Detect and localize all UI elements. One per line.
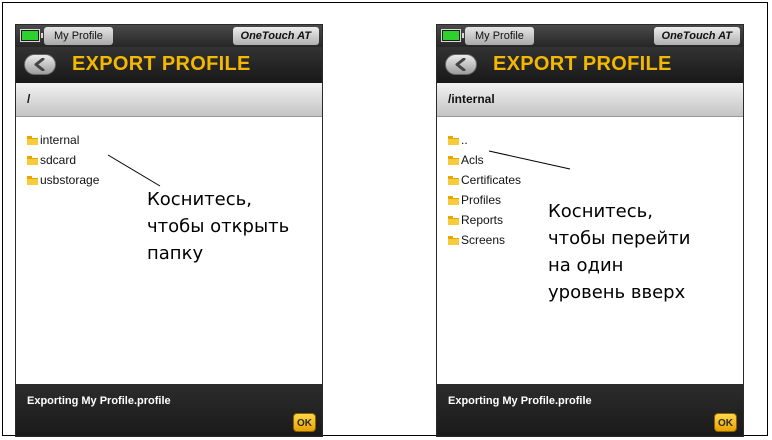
folder-item-usbstorage[interactable]: usbstorage (27, 170, 99, 190)
folder-item-screens[interactable]: Screens (448, 230, 521, 250)
folder-item-profiles[interactable]: Profiles (448, 190, 521, 210)
folder-item-certificates[interactable]: Certificates (448, 170, 521, 190)
back-button[interactable] (24, 54, 56, 75)
callout-open-folder: Коснитесь, чтобы открыть папку (147, 186, 289, 267)
status-bar: My Profile OneTouch AT (437, 25, 743, 47)
callout-line: на один (548, 255, 624, 276)
folder-label: sdcard (40, 153, 77, 167)
footer-status-text: Exporting My Profile.profile (27, 395, 171, 407)
callout-line: Коснитесь, (548, 201, 653, 222)
path-bar: / (16, 83, 322, 117)
battery-full-icon (20, 29, 43, 42)
folder-label: Acls (461, 153, 484, 167)
folder-icon (448, 215, 459, 225)
folder-icon (27, 155, 38, 165)
folder-label: internal (40, 133, 80, 147)
profile-tab[interactable]: My Profile (465, 27, 534, 45)
page-title: EXPORT PROFILE (72, 53, 251, 75)
current-path: / (27, 92, 31, 106)
title-bar: EXPORT PROFILE (16, 47, 322, 83)
folder-icon (448, 155, 459, 165)
callout-line: Коснитесь, (147, 189, 252, 210)
folder-label: usbstorage (40, 173, 100, 187)
folder-label: Reports (461, 213, 504, 227)
callout-line: папку (147, 243, 204, 264)
folder-icon (448, 135, 459, 145)
profile-tab[interactable]: My Profile (44, 27, 113, 45)
folder-icon (27, 135, 38, 145)
file-list: .. Acls Certificates Profiles Reports Sc… (448, 130, 521, 250)
title-bar: EXPORT PROFILE (437, 47, 743, 83)
path-bar: /internal (437, 83, 743, 117)
back-arrow-icon (455, 58, 466, 71)
footer-status-text: Exporting My Profile.profile (448, 395, 592, 407)
file-list: internal sdcard usbstorage (27, 130, 99, 190)
ok-button[interactable]: OK (293, 413, 316, 432)
folder-item-parent[interactable]: .. (448, 130, 521, 150)
brand-tab[interactable]: OneTouch AT (232, 27, 319, 45)
status-bar: My Profile OneTouch AT (16, 25, 322, 47)
callout-line: чтобы перейти (548, 228, 691, 249)
folder-icon (448, 175, 459, 185)
callout-line: уровень вверх (548, 282, 686, 303)
folder-item-sdcard[interactable]: sdcard (27, 150, 99, 170)
folder-label: Screens (461, 233, 506, 247)
folder-item-acls[interactable]: Acls (448, 150, 521, 170)
battery-full-icon (441, 29, 464, 42)
folder-icon (27, 175, 38, 185)
back-button[interactable] (445, 54, 477, 75)
back-arrow-icon (34, 58, 45, 71)
callout-level-up: Коснитесь, чтобы перейти на один уровень… (548, 198, 690, 306)
folder-label: .. (461, 133, 468, 147)
status-footer: Exporting My Profile.profile OK (16, 384, 322, 436)
folder-item-reports[interactable]: Reports (448, 210, 521, 230)
callout-line: чтобы открыть (147, 216, 290, 237)
status-footer: Exporting My Profile.profile OK (437, 384, 743, 436)
folder-icon (448, 235, 459, 245)
ok-button[interactable]: OK (714, 413, 737, 432)
folder-icon (448, 195, 459, 205)
folder-label: Certificates (461, 173, 522, 187)
current-path: /internal (448, 92, 495, 106)
page-title: EXPORT PROFILE (493, 53, 672, 75)
folder-item-internal[interactable]: internal (27, 130, 99, 150)
brand-tab[interactable]: OneTouch AT (653, 27, 740, 45)
folder-label: Profiles (461, 193, 502, 207)
